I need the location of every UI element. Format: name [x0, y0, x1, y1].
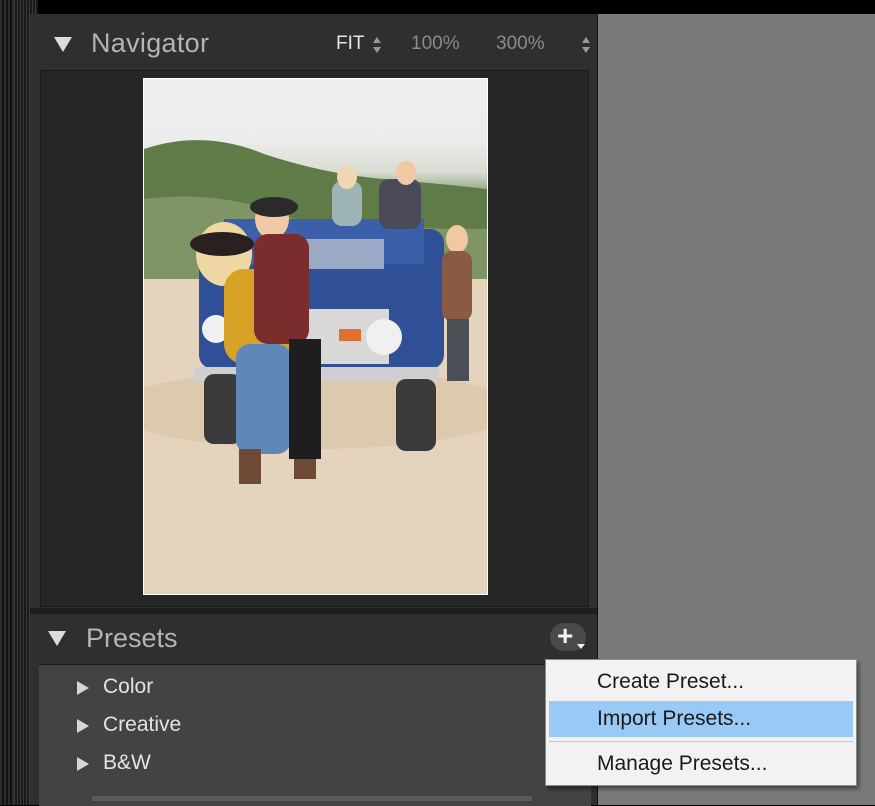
collapse-triangle-icon[interactable]	[48, 631, 66, 646]
preset-group-label: B&W	[103, 751, 151, 774]
presets-header[interactable]: Presets +	[30, 614, 597, 664]
expand-triangle-icon[interactable]	[77, 681, 89, 695]
updown-arrows-icon[interactable]	[373, 36, 382, 53]
zoom-100-option[interactable]: 100%	[411, 33, 460, 55]
navigator-header[interactable]: Navigator FIT 100% 300%	[38, 20, 591, 70]
preset-group-label: Creative	[103, 713, 182, 736]
preset-group-label: Color	[103, 675, 154, 698]
navigator-title: Navigator	[91, 28, 210, 58]
expand-triangle-icon[interactable]	[77, 719, 89, 733]
photo-illustration	[144, 140, 487, 594]
menu-item-label: Import Presets...	[597, 707, 752, 730]
dropdown-caret-icon	[577, 644, 585, 649]
menu-item-import-presets[interactable]: Import Presets...	[549, 701, 853, 737]
preset-context-menu: Create Preset... Import Presets... Manag…	[545, 659, 857, 786]
menu-item-manage-presets[interactable]: Manage Presets...	[549, 746, 853, 782]
navigator-photo-thumbnail[interactable]	[143, 78, 488, 595]
presets-list: Color Creative B&W	[39, 664, 591, 806]
zoom-more-updown-icon[interactable]	[582, 36, 591, 53]
plus-icon: +	[557, 620, 574, 651]
expand-triangle-icon[interactable]	[77, 757, 89, 771]
zoom-fit-option[interactable]: FIT	[336, 33, 365, 55]
menu-item-label: Manage Presets...	[597, 752, 768, 775]
menu-item-create-preset[interactable]: Create Preset...	[549, 664, 853, 700]
zoom-300-option[interactable]: 300%	[496, 33, 545, 55]
presets-title: Presets	[86, 623, 178, 653]
collapse-triangle-icon[interactable]	[54, 37, 72, 52]
menu-separator	[549, 741, 853, 742]
add-preset-button[interactable]: +	[550, 620, 586, 651]
presets-scrollbar[interactable]	[92, 796, 532, 801]
menu-item-label: Create Preset...	[597, 670, 745, 693]
